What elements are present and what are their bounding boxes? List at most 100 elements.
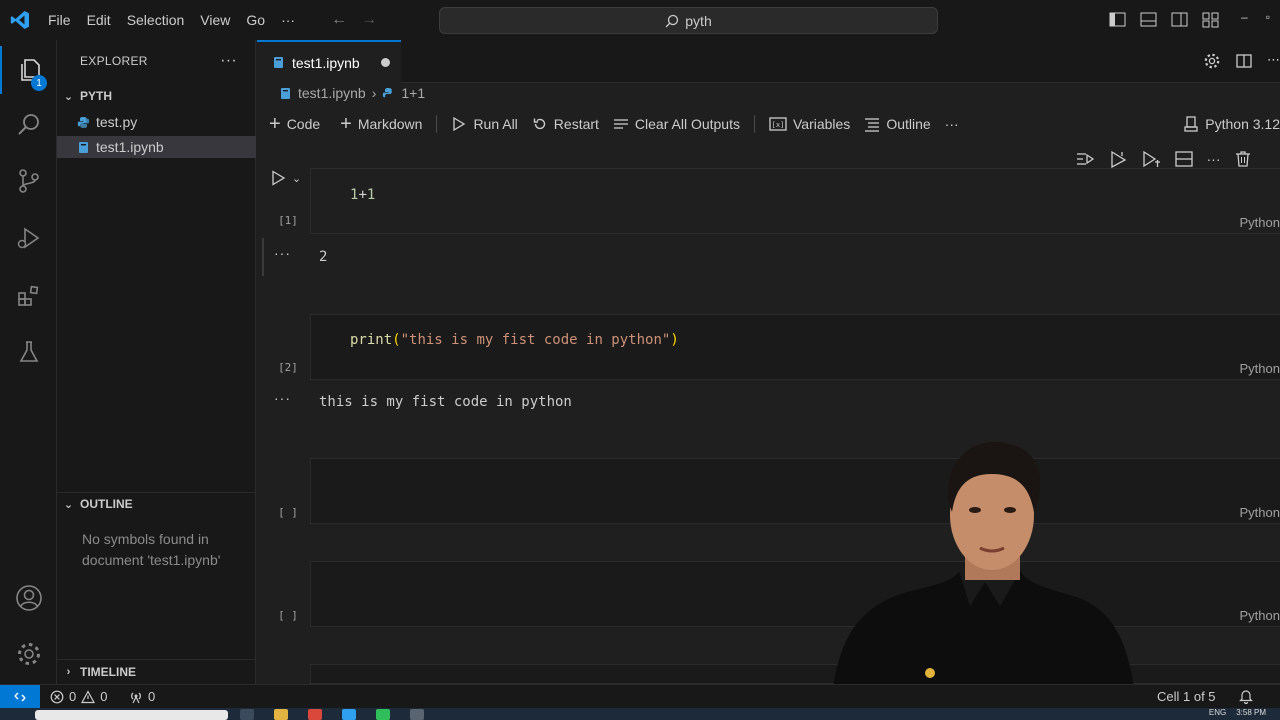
command-center-search[interactable]: pyth (439, 7, 938, 34)
clear-all-icon (613, 119, 628, 129)
explorer-title: EXPLORER (80, 54, 148, 68)
menu-selection[interactable]: Selection (119, 12, 193, 28)
output-collapse-bar[interactable] (262, 238, 264, 276)
camera-icon[interactable] (410, 709, 424, 720)
cell-more-icon[interactable]: ··· (1207, 151, 1221, 167)
outline-header[interactable]: ⌄ OUTLINE (57, 492, 256, 515)
run-debug-activity[interactable] (0, 214, 57, 262)
python-file-icon (77, 116, 90, 128)
kernel-label: Python 3.12 (1205, 116, 1280, 132)
file-explorer-icon[interactable] (274, 709, 288, 720)
problems-indicator[interactable]: 0 0 (50, 689, 107, 704)
toggle-panel-icon[interactable] (1139, 10, 1158, 29)
search-activity[interactable] (0, 101, 57, 149)
toggle-secondary-sidebar-icon[interactable] (1170, 10, 1189, 29)
clear-outputs-button[interactable]: Clear All Outputs (613, 116, 740, 132)
gear-icon[interactable] (1203, 52, 1221, 70)
file-item-selected[interactable]: test1.ipynb (57, 136, 256, 158)
restore-icon[interactable]: ▫ (1266, 10, 1270, 24)
chrome-icon[interactable] (308, 709, 322, 720)
chevron-down-icon[interactable]: ⌄ (292, 172, 301, 185)
code-token: "this is my fist code in python" (400, 332, 671, 348)
menu-go[interactable]: Go (238, 12, 273, 28)
run-all-button[interactable]: Run All (451, 116, 518, 132)
menu-view[interactable]: View (192, 12, 238, 28)
add-code-button[interactable]: + Code (269, 114, 321, 134)
cell-language[interactable]: Python (1240, 361, 1280, 376)
clock[interactable]: 3:58 PM (1236, 708, 1266, 717)
code-token: ( (392, 332, 401, 348)
cell-code[interactable]: print("this is my fist code in python") (350, 332, 679, 348)
delete-cell-icon[interactable] (1234, 150, 1252, 168)
run-cell-button[interactable]: ⌄ (270, 170, 301, 186)
execute-below-icon[interactable] (1141, 150, 1161, 168)
remote-indicator[interactable] (0, 685, 40, 708)
cell-position[interactable]: Cell 1 of 5 (1157, 689, 1216, 704)
language-indicator[interactable]: ENG (1209, 708, 1226, 717)
execute-above-icon[interactable] (1075, 150, 1095, 168)
breadcrumb-cell[interactable]: 1+1 (401, 85, 425, 101)
taskview-icon[interactable] (240, 709, 254, 720)
testing-activity[interactable] (0, 328, 57, 376)
menu-edit[interactable]: Edit (79, 12, 119, 28)
cell-language[interactable]: Python (1240, 505, 1280, 520)
outline-label: Outline (886, 116, 931, 132)
explorer-more-button[interactable]: ··· (220, 52, 237, 70)
customize-layout-icon[interactable] (1201, 10, 1220, 29)
editor-actions: ⋯ (1203, 52, 1280, 70)
activity-bar: 1 (0, 40, 57, 684)
menu-file[interactable]: File (40, 12, 79, 28)
source-control-activity[interactable] (0, 157, 57, 205)
cell-language[interactable]: Python (1240, 608, 1280, 623)
execution-count: [2] (278, 361, 298, 374)
variables-button[interactable]: [x] Variables (769, 116, 850, 132)
variables-icon: [x] (769, 117, 787, 131)
file-item[interactable]: test.py (57, 111, 256, 133)
folder-header[interactable]: ⌄ PYTH (57, 85, 256, 107)
add-markdown-button[interactable]: + Markdown (340, 114, 422, 134)
code-cell[interactable]: 1+1 Python (310, 168, 1280, 234)
accounts-activity[interactable] (0, 574, 57, 622)
menu-more[interactable]: ··· (273, 12, 303, 28)
run-cell-icon[interactable] (1108, 150, 1128, 168)
timeline-header[interactable]: › TIMELINE (57, 659, 256, 684)
kernel-icon (1184, 116, 1198, 132)
explorer-badge: 1 (31, 75, 47, 91)
split-editor-icon[interactable] (1235, 52, 1253, 70)
kernel-picker[interactable]: Python 3.12 (1183, 115, 1280, 133)
gear-icon (17, 643, 40, 665)
notifications-bell-icon[interactable] (1238, 688, 1254, 707)
add-code-label: Code (286, 116, 321, 132)
outline-button[interactable]: Outline (864, 116, 931, 132)
unsaved-dot-icon[interactable] (380, 58, 390, 67)
restart-button[interactable]: Restart (532, 116, 599, 132)
split-cell-icon[interactable] (1174, 150, 1194, 168)
whatsapp-icon[interactable] (376, 709, 390, 720)
toolbar-more-button[interactable]: ··· (945, 116, 959, 132)
explorer-activity[interactable]: 1 (0, 46, 57, 94)
minimize-icon[interactable]: – (1241, 10, 1248, 24)
taskbar-search[interactable] (35, 710, 228, 720)
cell-code[interactable]: 1+1 (350, 187, 375, 203)
extensions-activity[interactable] (0, 272, 57, 320)
manage-activity[interactable] (0, 630, 57, 678)
forward-arrow-icon[interactable]: → (361, 11, 377, 29)
more-actions-icon[interactable]: ⋯ (1267, 52, 1280, 70)
toggle-sidebar-icon[interactable] (1108, 10, 1127, 29)
code-cell[interactable]: print("this is my fist code in python") … (310, 314, 1280, 380)
error-icon (50, 690, 64, 703)
ports-count: 0 (148, 689, 156, 704)
chevron-right-icon: › (66, 666, 71, 678)
back-arrow-icon[interactable]: ← (331, 11, 347, 29)
cell-language[interactable]: Python (1240, 215, 1280, 230)
os-taskbar: ENG 3:58 PM (0, 708, 1280, 720)
breadcrumb-file[interactable]: test1.ipynb (298, 85, 366, 101)
output-actions-button[interactable]: ··· (274, 390, 291, 406)
ports-indicator[interactable]: 0 (129, 689, 155, 704)
output-actions-button[interactable]: ··· (274, 245, 291, 261)
search-text: pyth (685, 12, 712, 29)
tab-test1-ipynb[interactable]: test1.ipynb (257, 40, 401, 83)
vscode-taskbar-icon[interactable] (342, 709, 356, 720)
menu-bar: File Edit Selection View Go ··· (40, 0, 303, 40)
cell-output: this is my fist code in python (319, 394, 572, 410)
